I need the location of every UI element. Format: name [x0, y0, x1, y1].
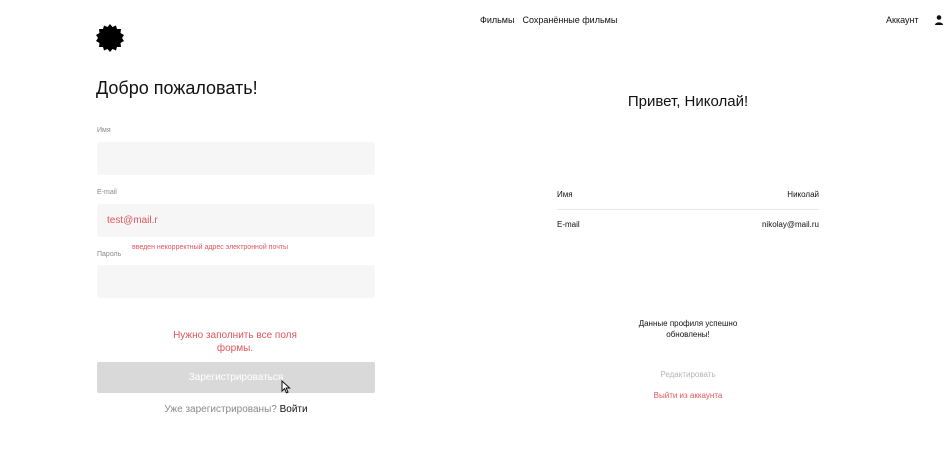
logo-icon[interactable] — [96, 24, 124, 52]
name-field[interactable] — [97, 142, 375, 175]
profile-name-value: Николай — [787, 190, 819, 199]
edit-profile-button[interactable]: Редактировать — [640, 370, 736, 379]
email-label: E-mail — [97, 189, 117, 196]
mouse-pointer-icon — [281, 380, 291, 394]
profile-success-message: Данные профиля успешно обновлены! — [638, 319, 738, 339]
email-error: введен некорректный адрес электронной по… — [132, 244, 289, 251]
nav-link-saved-movies[interactable]: Сохранённые фильмы — [522, 15, 617, 25]
register-title: Добро пожаловать! — [96, 78, 258, 98]
profile-email-value: nikolay@mail.ru — [761, 220, 819, 229]
password-label: Пароль — [97, 251, 122, 258]
profile-greeting: Привет, Николай! — [627, 93, 749, 110]
profile-name-label: Имя — [557, 190, 573, 199]
profile-email-label: E-mail — [557, 220, 580, 229]
register-button[interactable]: Зарегистрироваться — [97, 362, 375, 393]
account-link[interactable]: Аккаунт — [886, 15, 919, 25]
logout-button[interactable]: Выйти из аккаунта — [640, 391, 736, 400]
password-field[interactable] — [97, 265, 375, 298]
login-link[interactable]: Войти — [280, 404, 308, 415]
form-error-message: Нужно заполнить все поля формы. — [173, 330, 297, 354]
main-nav: Фильмы Сохранённые фильмы — [480, 15, 617, 25]
person-icon[interactable] — [934, 14, 944, 26]
nav-link-movies[interactable]: Фильмы — [480, 15, 514, 25]
profile-divider — [557, 209, 819, 210]
name-label: Имя — [97, 127, 111, 134]
already-registered-text: Уже зарегистрированы? — [164, 404, 277, 415]
login-prompt: Уже зарегистрированы? Войти — [96, 404, 376, 415]
email-field[interactable] — [97, 204, 375, 237]
